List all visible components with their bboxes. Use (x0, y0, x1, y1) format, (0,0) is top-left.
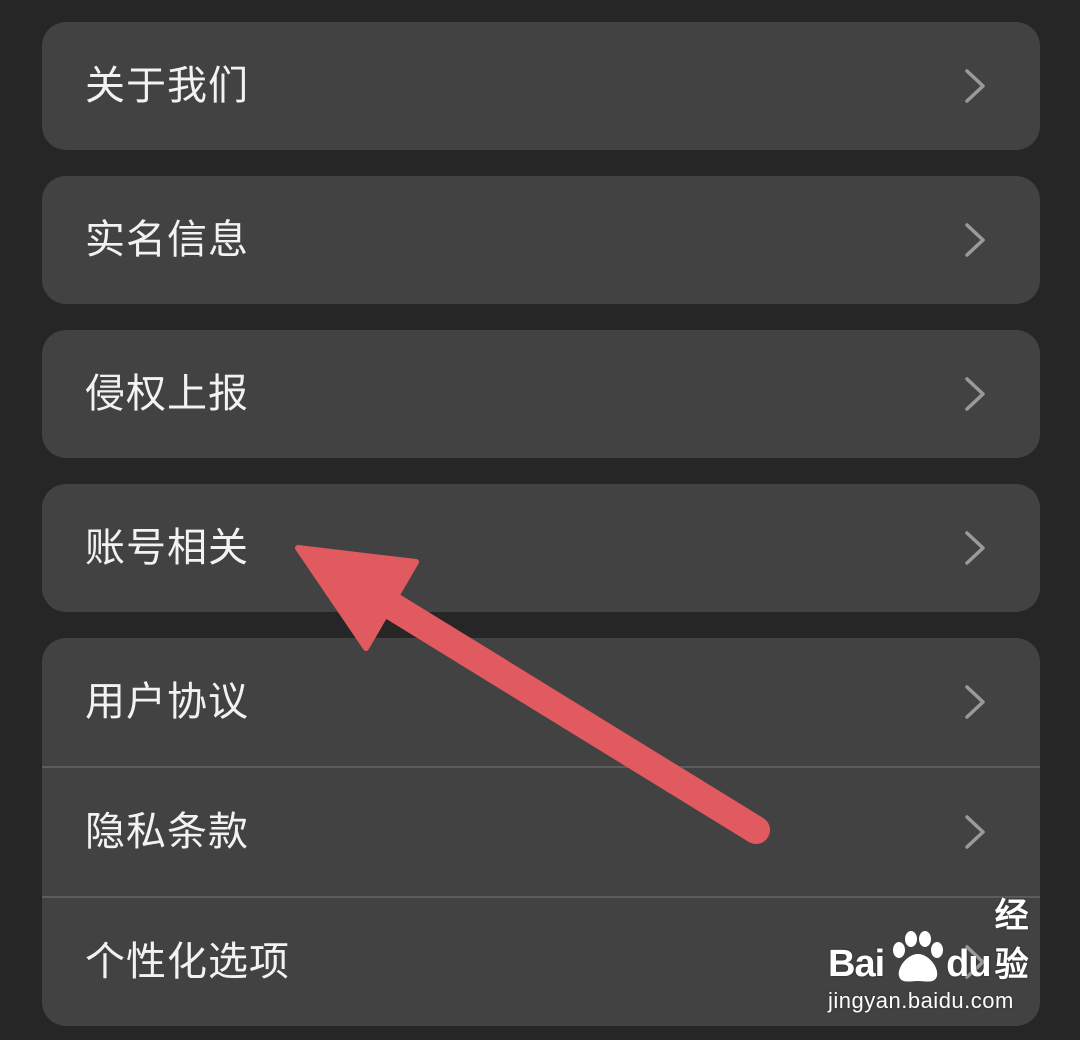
chevron-right-icon (964, 814, 986, 850)
chevron-right-icon (964, 684, 986, 720)
menu-item-label: 个性化选项 (85, 939, 290, 985)
menu-card-legal-group: 用户协议 隐私条款 个性化选项 (42, 638, 1040, 1026)
menu-card-account: 账号相关 (42, 484, 1040, 612)
menu-item-label: 账号相关 (85, 525, 249, 571)
chevron-right-icon (964, 944, 986, 980)
menu-item-label: 实名信息 (85, 217, 249, 263)
menu-card-real-name-info: 实名信息 (42, 176, 1040, 304)
chevron-right-icon (964, 530, 986, 566)
menu-item-account[interactable]: 账号相关 (42, 484, 1040, 612)
settings-screen: 关于我们 实名信息 侵权上报 账号相关 用户协议 隐私条款 个性化选项 Bai … (0, 0, 1080, 1040)
menu-item-label: 关于我们 (85, 63, 249, 109)
menu-card-about-us: 关于我们 (42, 22, 1040, 150)
menu-card-infringement-report: 侵权上报 (42, 330, 1040, 458)
menu-item-real-name-info[interactable]: 实名信息 (42, 176, 1040, 304)
menu-item-privacy-policy[interactable]: 隐私条款 (42, 766, 1040, 896)
chevron-right-icon (964, 68, 986, 104)
chevron-right-icon (964, 376, 986, 412)
menu-item-about-us[interactable]: 关于我们 (42, 22, 1040, 150)
menu-item-label: 隐私条款 (85, 809, 249, 855)
menu-item-infringement-report[interactable]: 侵权上报 (42, 330, 1040, 458)
chevron-right-icon (964, 222, 986, 258)
menu-item-label: 侵权上报 (85, 371, 249, 417)
menu-item-personalization[interactable]: 个性化选项 (42, 896, 1040, 1026)
menu-item-user-agreement[interactable]: 用户协议 (42, 638, 1040, 766)
menu-item-label: 用户协议 (85, 679, 249, 725)
